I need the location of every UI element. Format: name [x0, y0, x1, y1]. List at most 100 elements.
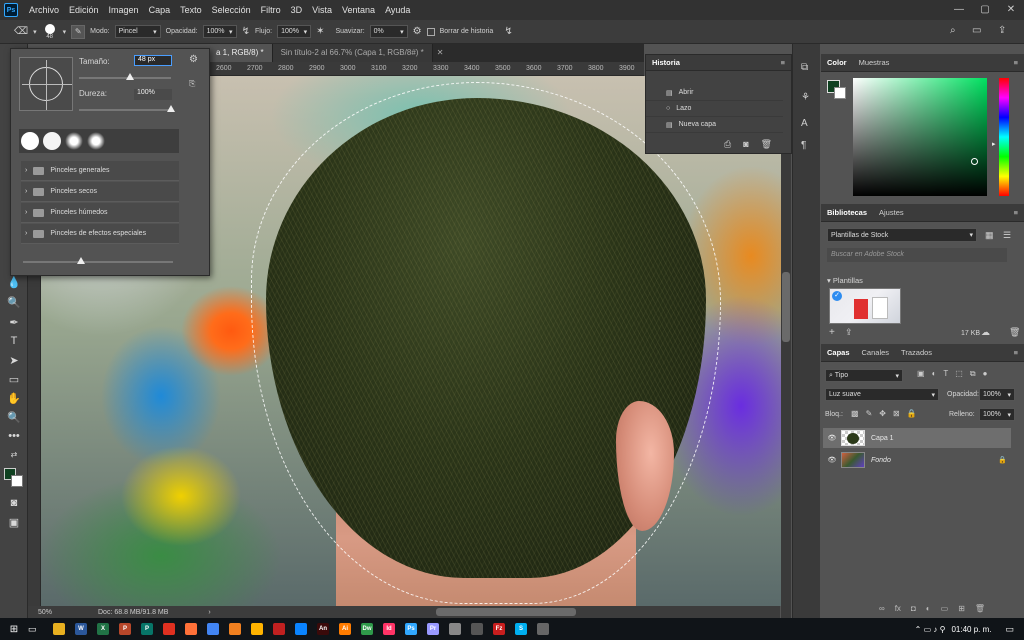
layer-name[interactable]: Fondo	[871, 457, 891, 464]
panel-menu-icon[interactable]: ≡	[781, 58, 785, 67]
taskbar-app-icon[interactable]: W	[75, 623, 87, 635]
camera-icon[interactable]: ◙	[743, 139, 748, 150]
preset-folder-generales[interactable]: › Pinceles generales	[21, 161, 179, 181]
lock-transparent-icon[interactable]: ▩	[851, 409, 859, 418]
menu-edicion[interactable]: Edición	[64, 0, 104, 20]
taskbar-app-icon[interactable]	[273, 623, 285, 635]
stock-search-input[interactable]: Buscar en Adobe Stock	[827, 248, 1007, 262]
close-icon[interactable]: ✕	[998, 0, 1024, 20]
gear-icon[interactable]: ⚙	[189, 54, 198, 65]
dureza-input[interactable]: 100%	[134, 89, 172, 100]
tab-document-2[interactable]: Sin título-2 al 66.7% (Capa 1, RGB/8#) *	[272, 44, 433, 62]
menu-seleccion[interactable]: Selección	[207, 0, 256, 20]
taskbar-app-icon[interactable]	[537, 623, 549, 635]
type-tool-icon[interactable]: T	[6, 333, 22, 349]
upload-icon[interactable]: ⇪	[845, 327, 853, 338]
taskbar-app-icon[interactable]: Fz	[493, 623, 505, 635]
pressure-size-icon[interactable]: ↯	[504, 26, 512, 37]
taskbar-app-icon[interactable]: Dw	[361, 623, 373, 635]
taskbar-app-icon[interactable]: P	[141, 623, 153, 635]
hue-slider-arrow[interactable]: ▸	[992, 140, 996, 148]
tab-ajustes[interactable]: Ajustes	[879, 208, 904, 217]
link-layers-icon[interactable]: ∞	[879, 604, 885, 613]
swap-colors-icon[interactable]: ⇄	[6, 446, 22, 462]
libraries-dropdown[interactable]: Plantillas de Stock ▾	[827, 228, 977, 242]
taskbar-app-icon[interactable]: Pr	[427, 623, 439, 635]
brush-panel-toggle-icon[interactable]: ✎	[71, 24, 86, 39]
tamano-slider-thumb[interactable]	[125, 73, 134, 80]
chevron-down-icon[interactable]: ▾	[33, 28, 37, 36]
color-field[interactable]	[853, 78, 987, 196]
maximize-icon[interactable]: ▢	[972, 0, 998, 20]
modo-select[interactable]: Pincel ▾	[114, 25, 161, 38]
lock-move-icon[interactable]: ✥	[879, 409, 886, 418]
paragraph-panel-icon[interactable]: ¶	[801, 140, 806, 151]
layer-row-capa1[interactable]: 👁 Capa 1	[823, 428, 1011, 448]
taskbar-app-icon[interactable]: Ps	[405, 623, 417, 635]
hue-slider[interactable]	[999, 78, 1009, 196]
task-view-icon[interactable]: ▭	[28, 624, 48, 635]
tab-color[interactable]: Color	[827, 58, 847, 67]
tab-capas[interactable]: Capas	[827, 348, 850, 357]
quick-mask-icon[interactable]: ◙	[6, 495, 22, 511]
chevron-right-icon[interactable]: ›	[208, 609, 210, 616]
close-tab-icon[interactable]: ✕	[433, 44, 448, 62]
brush-angle-widget[interactable]	[19, 57, 73, 111]
tab-muestras[interactable]: Muestras	[859, 58, 890, 67]
tab-bibliotecas[interactable]: Bibliotecas	[827, 208, 867, 217]
taskbar-app-icon[interactable]: X	[97, 623, 109, 635]
background-color-chip[interactable]	[834, 87, 846, 99]
add-mask-icon[interactable]: ◘	[911, 604, 916, 613]
chevron-down-icon[interactable]: ▾	[63, 28, 67, 36]
filter-type-icon[interactable]: T	[943, 369, 948, 379]
plantillas-section-toggle[interactable]: ▾ Plantillas	[827, 276, 863, 285]
visibility-eye-icon[interactable]: 👁	[823, 456, 841, 464]
dureza-slider[interactable]	[79, 109, 171, 111]
pressure-opacity-icon[interactable]: ↯	[242, 26, 250, 37]
file-explorer-icon[interactable]	[53, 623, 65, 635]
preview-size-slider[interactable]	[23, 261, 173, 263]
visibility-eye-icon[interactable]: 👁	[823, 434, 841, 442]
relleno-input[interactable]: 100% ▾	[979, 408, 1015, 421]
new-layer-icon[interactable]: ⊞	[958, 604, 965, 613]
stock-template-thumbnail[interactable]: ✓	[829, 288, 901, 324]
taskbar-app-icon[interactable]: Id	[383, 623, 395, 635]
menu-vista[interactable]: Vista	[307, 0, 337, 20]
brush-hard-icon[interactable]	[21, 132, 39, 150]
history-item[interactable]: ▤ Abrir	[646, 85, 783, 101]
panel-menu-icon[interactable]: ≡	[1014, 348, 1018, 357]
layer-opacidad-input[interactable]: 100% ▾	[979, 388, 1015, 401]
tab-document-1[interactable]: a 1, RGB/8) *	[208, 44, 273, 62]
menu-texto[interactable]: Texto	[175, 0, 207, 20]
layer-style-icon[interactable]: fx	[895, 604, 901, 613]
list-view-icon[interactable]: ☰	[1003, 230, 1011, 241]
tray-icons[interactable]: ⌃ ▭ ♪ ⚲	[915, 625, 946, 634]
brush-soft-icon[interactable]	[65, 132, 83, 150]
pen-tool-icon[interactable]: ✒	[6, 314, 22, 330]
taskbar-app-icon[interactable]	[471, 623, 483, 635]
taskbar-app-icon[interactable]	[229, 623, 241, 635]
taskbar-app-icon[interactable]	[185, 623, 197, 635]
tab-canales[interactable]: Canales	[862, 348, 890, 357]
character-panel-icon[interactable]: A	[801, 118, 808, 129]
cloud-sync-icon[interactable]: ☁	[981, 327, 990, 338]
layer-filter-select[interactable]: ⌕ Tipo ▾	[825, 369, 903, 382]
taskbar-app-icon[interactable]: S	[515, 623, 527, 635]
taskbar-app-icon[interactable]	[295, 623, 307, 635]
filter-toggle-icon[interactable]: ●	[983, 369, 988, 379]
grid-view-icon[interactable]: ▦	[985, 230, 994, 241]
more-tools-icon[interactable]: •••	[6, 428, 22, 444]
menu-imagen[interactable]: Imagen	[104, 0, 144, 20]
path-select-tool-icon[interactable]: ➤	[6, 352, 22, 368]
borrar-historia-checkbox[interactable]	[426, 27, 435, 36]
trash-icon[interactable]: 🗑	[1009, 327, 1020, 338]
gear-icon[interactable]: ⚙	[413, 26, 422, 37]
flujo-input[interactable]: 100% ▾	[277, 25, 312, 38]
brush-soft-icon[interactable]	[87, 132, 105, 150]
brush-settings-icon[interactable]: ⚘	[801, 92, 810, 103]
lock-paint-icon[interactable]: ✎	[866, 409, 873, 418]
layer-name[interactable]: Capa 1	[871, 435, 894, 442]
blend-mode-select[interactable]: Luz suave ▾	[825, 388, 939, 401]
taskbar-app-icon[interactable]: P	[119, 623, 131, 635]
menu-archivo[interactable]: Archivo	[24, 0, 64, 20]
